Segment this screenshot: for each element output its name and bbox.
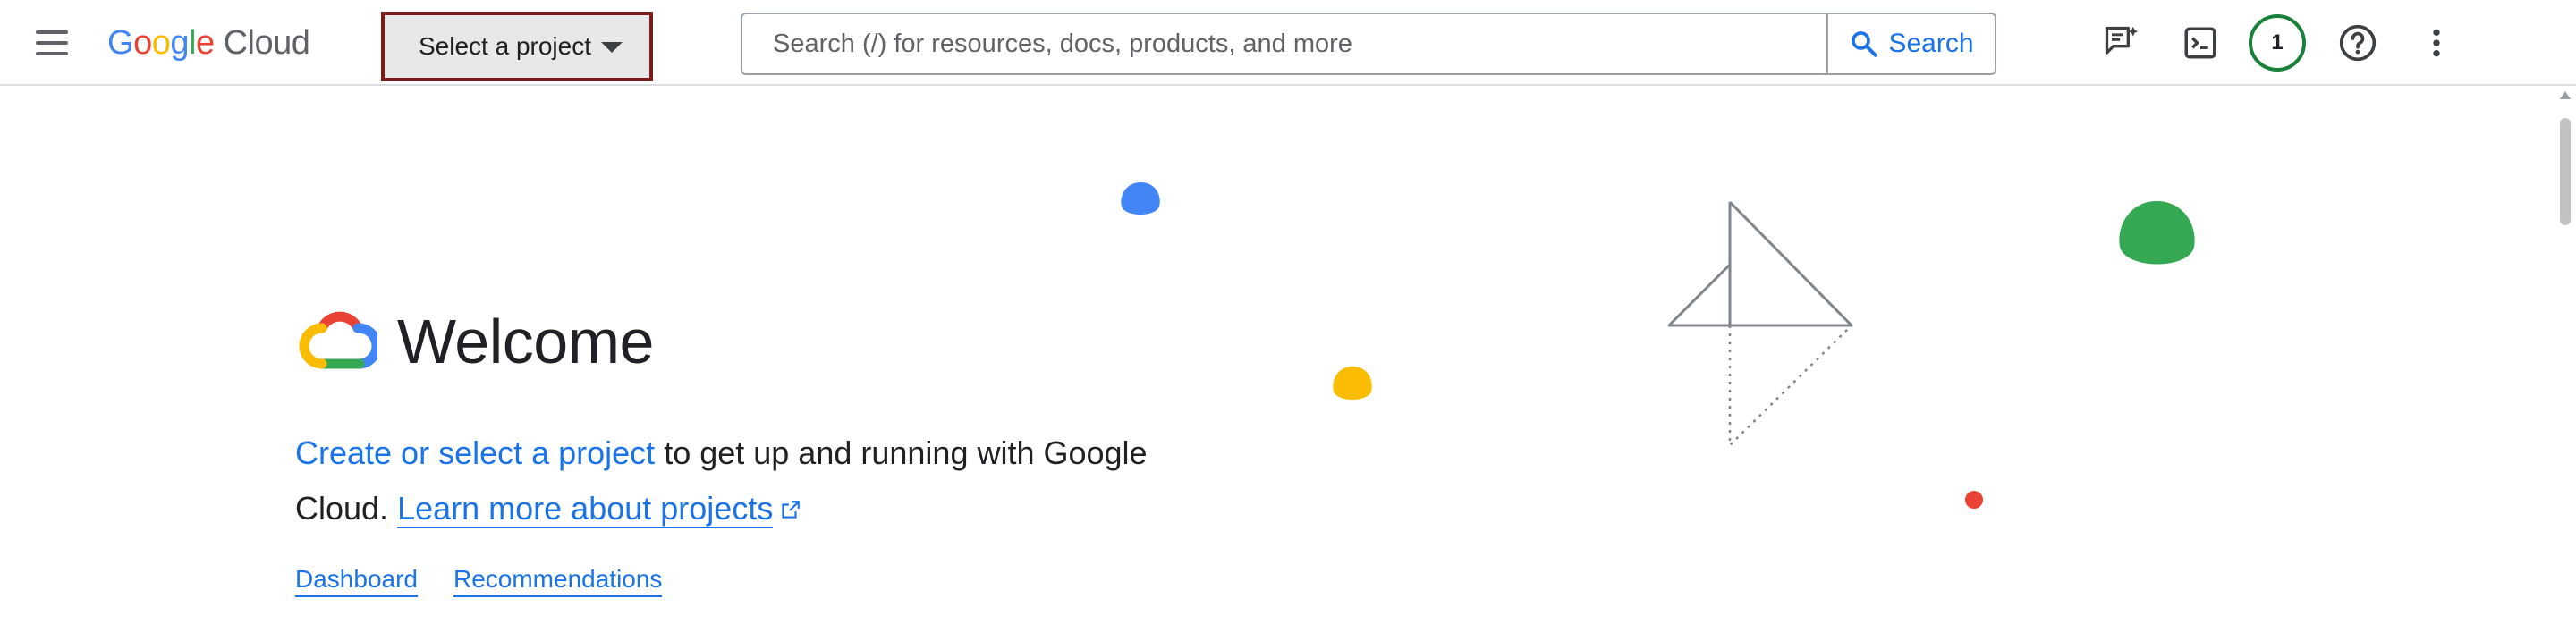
blue-blob-decoration xyxy=(1121,182,1160,215)
help-icon[interactable] xyxy=(2333,18,2383,68)
page-title: Welcome xyxy=(397,307,654,376)
red-dot-decoration xyxy=(1965,491,1983,509)
create-project-link[interactable]: Create or select a project xyxy=(295,434,655,471)
yellow-blob-decoration xyxy=(1333,367,1372,400)
recommendations-link[interactable]: Recommendations xyxy=(453,565,663,597)
dropdown-caret-icon xyxy=(601,42,623,53)
search-icon xyxy=(1852,31,1878,57)
logo-cloud-text: Cloud xyxy=(223,23,310,62)
green-blob-decoration xyxy=(2119,201,2195,265)
gemini-chat-icon[interactable] xyxy=(2097,18,2147,68)
scrollbar-thumb[interactable] xyxy=(2560,118,2571,225)
quick-links: Dashboard Recommendations xyxy=(295,565,663,597)
select-project-button[interactable]: Select a project xyxy=(381,12,653,81)
more-vert-icon[interactable] xyxy=(2411,18,2462,68)
notifications-badge[interactable]: 1 xyxy=(2249,14,2306,72)
scroll-up-arrow-icon[interactable] xyxy=(2560,91,2571,99)
paper-plane-decoration xyxy=(1667,200,1853,447)
search-button[interactable]: Search xyxy=(1826,14,1995,73)
menu-icon[interactable] xyxy=(27,21,77,64)
intro-text: Create or select a project to get up and… xyxy=(295,426,1225,536)
search-input[interactable] xyxy=(742,14,1828,73)
welcome-header: Welcome xyxy=(295,304,654,379)
vertical-scrollbar[interactable] xyxy=(2555,88,2576,624)
dashboard-link[interactable]: Dashboard xyxy=(295,565,418,597)
select-project-label: Select a project xyxy=(419,32,591,60)
cloud-shell-icon[interactable] xyxy=(2175,18,2225,68)
google-cloud-logo[interactable]: Google Cloud xyxy=(107,20,310,66)
google-cloud-icon xyxy=(299,311,377,369)
learn-more-projects-link[interactable]: Learn more about projects xyxy=(397,490,774,528)
top-navigation-bar: Google Cloud Select a project Search (/)… xyxy=(0,0,2576,86)
search-button-label: Search xyxy=(1888,29,1974,58)
search-bar: Search xyxy=(741,13,1996,75)
external-link-icon[interactable] xyxy=(778,499,801,522)
